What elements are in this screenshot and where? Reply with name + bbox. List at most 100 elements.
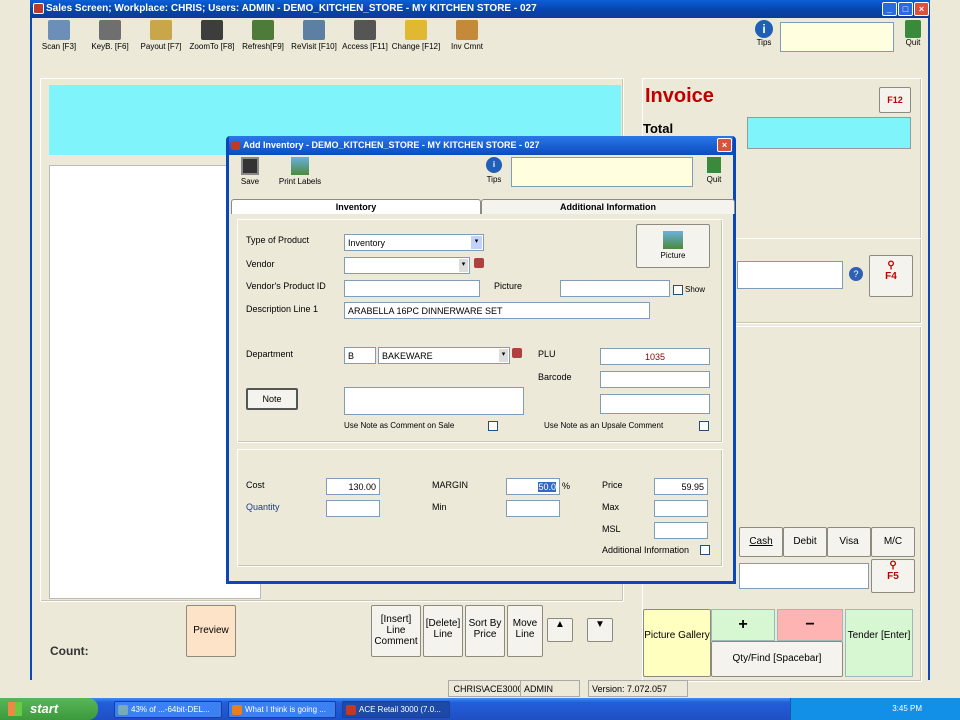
tips-button[interactable]: i Tips (750, 20, 778, 56)
note-button[interactable]: Note (246, 388, 298, 410)
move-up-button[interactable]: ▲ (547, 618, 573, 642)
close-button[interactable]: × (914, 2, 929, 16)
move-line-button[interactable]: Move Line (507, 605, 543, 657)
sort-by-price-button[interactable]: Sort By Price (465, 605, 505, 657)
toolbar-button-revisit[interactable]: ReVisit [F10] (289, 20, 339, 51)
quantity-input[interactable] (326, 500, 380, 517)
insert-line-comment-button[interactable]: [Insert] Line Comment (371, 605, 421, 657)
mc-button[interactable]: M/C (871, 527, 915, 557)
count-label: Count: (50, 644, 89, 658)
delete-line-button[interactable]: [Delete] Line (423, 605, 463, 657)
window-titlebar: Sales Screen; Workplace: CHRIS; Users: A… (30, 0, 930, 18)
ace-retail-icon (346, 705, 356, 715)
upsale-comment-checkbox[interactable] (699, 421, 709, 431)
vendor-select[interactable]: ▾ (344, 257, 470, 274)
dialog-tips-button[interactable]: i Tips (483, 157, 505, 191)
msl-input[interactable] (654, 522, 708, 539)
quit-label: Quit (905, 38, 921, 47)
dialog-tips-display (511, 157, 693, 187)
zoom-icon (201, 20, 223, 40)
preview-button[interactable]: Preview (186, 605, 236, 657)
tips-display (780, 22, 894, 52)
f12-button[interactable]: F12 (879, 87, 911, 113)
margin-value: 50.0 (538, 482, 556, 492)
note-comment-checkbox[interactable] (488, 421, 498, 431)
min-input[interactable] (506, 500, 560, 517)
department-select[interactable]: BAKEWARE ▾ (378, 347, 510, 364)
barcode-extra-input[interactable] (600, 394, 710, 414)
minus-button[interactable]: − (777, 609, 843, 641)
toolbar-button-access[interactable]: Access [F11] (340, 20, 390, 51)
visa-button[interactable]: Visa (827, 527, 871, 557)
toolbar-button-payout[interactable]: Payout [F7] (136, 20, 186, 51)
f4-button[interactable]: ⚲ F4 (869, 255, 913, 297)
pricing-panel: Cost 130.00 Quantity MARGIN 50.0 % Min P… (237, 449, 723, 567)
description-input[interactable]: ARABELLA 16PC DINNERWARE SET (344, 302, 650, 319)
additional-information-checkbox[interactable] (700, 545, 710, 555)
barcode-input[interactable] (600, 371, 710, 388)
msl-label: MSL (602, 524, 621, 534)
plu-input[interactable]: 1035 (600, 348, 710, 365)
status-user: CHRIS\ACE3000 (448, 680, 528, 697)
start-button[interactable]: start (0, 698, 98, 720)
picture-gallery-button[interactable]: Picture Gallery (643, 609, 711, 677)
note-input[interactable] (344, 387, 524, 415)
taskbar-item-download[interactable]: 43% of ...-64bit-DEL... (114, 701, 222, 718)
print-labels-button[interactable]: Print Labels (277, 157, 323, 191)
max-input[interactable] (654, 500, 708, 517)
debit-button[interactable]: Debit (783, 527, 827, 557)
tab-inventory[interactable]: Inventory (231, 199, 481, 214)
dialog-quit-button[interactable]: Quit (703, 157, 725, 191)
move-down-button[interactable]: ▼ (587, 618, 613, 642)
picture-label: Picture (494, 281, 523, 291)
toolbar-button-inv-comment[interactable]: Inv Cmnt (442, 20, 492, 51)
toolbar-button-label: Payout [F7] (140, 42, 182, 51)
plus-button[interactable]: + (711, 609, 775, 641)
show-checkbox[interactable] (673, 285, 683, 295)
chevron-down-icon: ▾ (459, 259, 468, 272)
maximize-button[interactable]: □ (898, 2, 913, 16)
start-label: start (30, 701, 59, 716)
help-icon[interactable]: ? (849, 267, 863, 281)
toolbar-button-keyboard[interactable]: KeyB. [F6] (85, 20, 135, 51)
vendor-product-id-label: Vendor's Product ID (246, 281, 326, 291)
additional-information-label: Additional Information (602, 545, 690, 555)
toolbar-button-change[interactable]: Change [F12] (391, 20, 441, 51)
department-lookup-icon[interactable] (512, 348, 522, 358)
taskbar-item-ace-retail[interactable]: ACE Retail 3000 (7.0... (342, 701, 450, 718)
clock: 3:45 PM (892, 704, 922, 713)
magnifier-icon: ⚲ (889, 560, 897, 571)
f5-button[interactable]: ⚲ F5 (871, 559, 915, 593)
minimize-button[interactable]: _ (882, 2, 897, 16)
quit-button[interactable]: Quit (900, 20, 926, 56)
keyboard-icon (99, 20, 121, 40)
window-title: Sales Screen; Workplace: CHRIS; Users: A… (46, 3, 537, 14)
type-of-product-select[interactable]: Inventory ▾ (344, 234, 484, 251)
vendor-lookup-icon[interactable] (474, 258, 484, 268)
tender-input[interactable] (739, 563, 869, 589)
search-input[interactable] (737, 261, 843, 289)
toolbar-button-label: ReVisit [F10] (291, 42, 337, 51)
toolbar-button-refresh[interactable]: Refresh[F9] (238, 20, 288, 51)
system-tray: 3:45 PM (790, 698, 960, 720)
tender-button[interactable]: Tender [Enter] (845, 609, 913, 677)
tab-additional-information[interactable]: Additional Information (481, 199, 735, 214)
department-code-input[interactable]: B (344, 347, 376, 364)
price-input[interactable]: 59.95 (654, 478, 708, 495)
picture-path-input[interactable] (560, 280, 670, 297)
dialog-body: Save Print Labels i Tips Quit Inventory A… (229, 155, 735, 581)
barcode-label: Barcode (538, 372, 572, 382)
cost-input[interactable]: 130.00 (326, 478, 380, 495)
toolbar-button-zoom[interactable]: ZoomTo [F8] (187, 20, 237, 51)
product-info-panel: Type of Product Inventory ▾ Vendor ▾ Vend… (237, 219, 723, 443)
vendor-product-id-input[interactable] (344, 280, 480, 297)
taskbar-item-browser[interactable]: What I think is going ... (228, 701, 336, 718)
margin-input[interactable]: 50.0 (506, 478, 560, 495)
qty-find-button[interactable]: Qty/Find [Spacebar] (711, 641, 843, 677)
picture-button[interactable]: Picture (636, 224, 710, 268)
save-button[interactable]: Save (237, 157, 263, 191)
toolbar-button-scan[interactable]: Scan [F3] (34, 20, 84, 51)
dialog-close-button[interactable]: × (717, 138, 732, 152)
cash-button[interactable]: Cash (739, 527, 783, 557)
type-of-product-value: Inventory (348, 238, 386, 248)
